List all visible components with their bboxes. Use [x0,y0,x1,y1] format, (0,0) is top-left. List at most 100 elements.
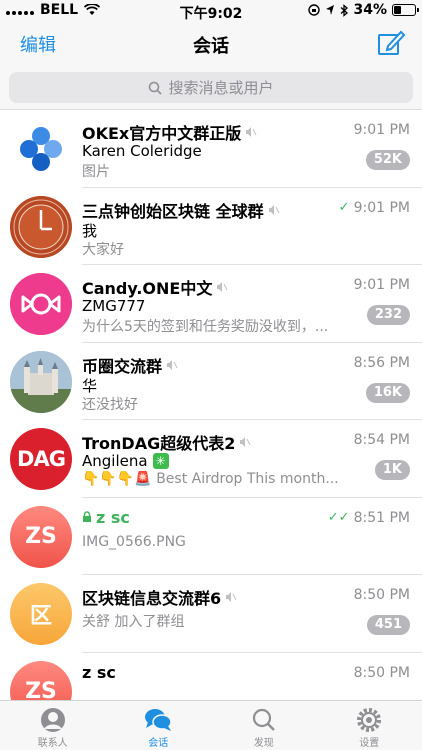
chat-name: z sc [82,663,342,682]
status-bar: BELL 下午9:02 34% [0,0,422,22]
chat-row-zsc[interactable]: ZS z sc 8:50 PM [0,652,422,700]
chat-row-trondag[interactable]: DAG TronDAG超级代表2 8:54 PM Angilena ✳ 👇👇👇🚨 … [0,420,422,498]
avatar-text: ZS [25,524,57,549]
mute-icon [226,592,237,602]
mute-icon [217,282,228,292]
chat-row-biquan[interactable]: 币圈交流群 8:56 PM 华 还没找好 16K [0,342,422,420]
chat-preview-text: 加入了群组 [114,614,185,630]
mute-icon [268,204,280,215]
chat-row-zsc-secret[interactable]: ZS z sc ✓✓ 8:51 PM IMG_0566.PNG [0,497,422,575]
castle-photo-icon [10,350,72,413]
tab-label: 联系人 [37,738,68,749]
clock-logo-icon [10,195,72,258]
chat-time: 8:50 PM [353,664,410,681]
compose-icon [378,30,406,55]
chat-title: z sc [96,507,130,527]
chat-sender: ZMG777 [82,297,146,315]
unread-badge: 16K [365,382,410,403]
mute-icon [240,437,251,447]
chat-preview: 关舒 加入了群组 [82,611,366,631]
chat-time: 9:01 PM [353,277,410,293]
chat-preview: 大家好 [82,241,124,258]
chat-sender: Angilena ✳ [82,452,169,470]
chat-row-candy[interactable]: Candy.ONE中文 9:01 PM ZMG777 为什么5天的签到和任务奖励… [0,265,422,343]
chat-row-qukuailian[interactable]: 区 区块链信息交流群6 8:50 PM 关舒 加入了群组 451 [0,575,422,653]
double-check-icon: ✓✓ [327,510,350,525]
chat-time-text: 9:01 PM [353,199,410,216]
chat-sender: 华 [82,376,98,395]
unread-badge: 52K [365,150,410,170]
candy-logo-icon [10,273,72,335]
tab-label: 会话 [148,738,169,749]
okex-logo-icon [20,127,62,171]
chat-preview-text: Best Airdrop This month... [156,471,339,487]
avatar: 区 [10,583,72,645]
avatar [10,195,72,258]
chat-time: 9:01 PM [353,122,410,138]
search-input[interactable]: 搜索消息或用户 [9,72,413,103]
siren-emoji-icon: 🚨 [134,471,152,487]
chat-time: 8:54 PM [353,432,410,448]
chat-title: TronDAG超级代表2 [82,434,236,453]
chat-sender-text: Angilena [82,452,148,470]
tab-contacts[interactable]: 联系人 [0,701,106,750]
chat-time-text: 8:51 PM [353,509,410,526]
chat-row-sandianzhong[interactable]: 三点钟创始区块链 全球群 ✓ 9:01 PM 我 大家好 [0,187,422,265]
chat-name: 区块链信息交流群6 [82,585,342,609]
tab-label: 设置 [359,738,380,749]
chat-name: Candy.ONE中文 [82,275,342,299]
chat-title: 三点钟创始区块链 全球群 [82,201,264,221]
avatar [10,273,72,335]
avatar-text: 区 [29,604,52,629]
chat-preview: IMG_0566.PNG [82,533,186,550]
unread-badge: 1K [374,460,410,480]
contacts-icon [40,708,65,732]
battery-level [394,6,401,14]
chat-preview: 为什么5天的签到和任务奖励没收到，... [82,319,329,335]
avatar-text: ZS [25,679,57,700]
mute-icon [167,359,178,370]
battery-percent: 34% [353,2,387,18]
chat-name: OKEx官方中文群正版 [82,120,342,144]
chat-name: 币圈交流群 [82,353,342,377]
pointing-emoji-icon: 👇👇👇 [82,471,135,487]
sparkle-emoji-icon: ✳ [152,453,169,469]
navigation-bar: 编辑 会话 [0,22,422,66]
discover-icon [252,708,275,731]
tab-chats[interactable]: 会话 [106,701,212,750]
avatar: ZS [10,505,72,568]
tab-settings[interactable]: 设置 [317,701,422,750]
tab-discover[interactable]: 发现 [211,701,317,750]
chat-title: Candy.ONE中文 [82,279,213,298]
chat-row-okex[interactable]: OKEx官方中文群正版 9:01 PM Karen Coleridge 图片 5… [0,110,422,188]
chat-name: z sc [82,508,342,527]
chat-time: 8:50 PM [353,587,410,603]
chat-time: ✓ 9:01 PM [339,200,410,216]
avatar: ZS [10,660,72,700]
orientation-lock-icon [308,4,321,16]
avatar [10,350,72,413]
chat-preview: 👇👇👇🚨 Best Airdrop This month... [82,471,366,487]
unread-badge: 232 [366,305,410,325]
compose-button[interactable] [376,28,406,58]
chat-time: 8:56 PM [353,354,410,371]
battery-icon [392,4,419,16]
unread-badge: 451 [366,615,410,635]
chat-name: TronDAG超级代表2 [82,430,342,454]
chat-list[interactable]: OKEx官方中文群正版 9:01 PM Karen Coleridge 图片 5… [0,110,422,700]
read-check-icon: ✓ [338,200,350,215]
chat-title: 区块链信息交流群6 [82,589,222,608]
tab-label: 发现 [253,738,274,749]
search-area: 搜索消息或用户 [0,66,422,110]
chat-preview: 还没找好 [82,396,138,413]
chats-icon [145,709,172,731]
chat-title: z sc [82,662,116,682]
settings-icon [357,708,382,732]
chat-sender: 关舒 [82,614,110,630]
chat-title: 币圈交流群 [82,356,163,376]
chat-time: ✓✓ 8:51 PM [328,510,410,526]
avatar [10,118,72,180]
lock-icon [83,511,91,522]
telegram-chat-list-screen: BELL 下午9:02 34% 编辑 会话 搜索消息或用户 OKEx官方中文群正… [0,0,422,750]
chat-preview: 图片 [82,164,110,180]
